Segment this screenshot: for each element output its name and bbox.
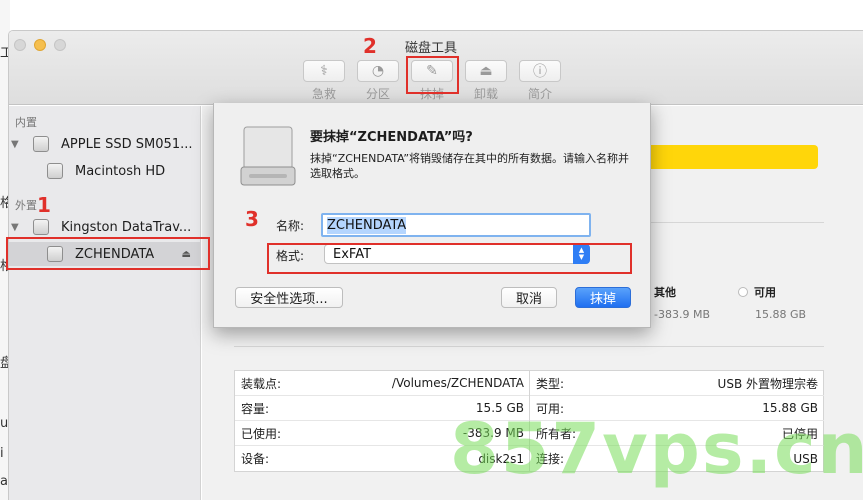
divider bbox=[234, 346, 824, 347]
erase-dialog: 要抹掉“ZCHENDATA”吗? 抹掉“ZCHENDATA”将销毁储存在其中的所… bbox=[213, 103, 651, 328]
legend-available-title: 可用 bbox=[754, 286, 776, 299]
close-window-button[interactable] bbox=[14, 39, 26, 51]
minimize-window-button[interactable] bbox=[34, 39, 46, 51]
name-input[interactable]: ZCHENDATA bbox=[321, 213, 591, 237]
info-key: 已使用: bbox=[241, 426, 282, 441]
info-key: 设备: bbox=[241, 452, 270, 466]
partition-icon: ◔ bbox=[371, 63, 385, 79]
name-input-value: ZCHENDATA bbox=[327, 216, 407, 234]
background-text: i bbox=[0, 446, 4, 461]
unmount-icon: ⏏ bbox=[479, 63, 493, 79]
sidebar-item-apple-ssd[interactable]: ▼ APPLE SSD SM051... bbox=[9, 132, 201, 156]
sidebar-item-label: Kingston DataTrav... bbox=[61, 219, 192, 235]
legend-available: 可用 15.88 GB bbox=[738, 284, 806, 321]
first-aid-icon: ⚕ bbox=[320, 63, 328, 79]
zoom-window-button[interactable] bbox=[54, 39, 66, 51]
info-value: /Volumes/ZCHENDATA bbox=[391, 376, 524, 390]
sidebar-item-label: Macintosh HD bbox=[75, 163, 166, 179]
disclosure-triangle-icon[interactable]: ▼ bbox=[11, 139, 19, 150]
available-dot-icon bbox=[738, 287, 748, 297]
window-title: 磁盘工具 bbox=[405, 41, 458, 56]
annotation-number-1: 1 bbox=[37, 193, 51, 217]
info-button[interactable]: ⓘ 简介 bbox=[507, 60, 573, 102]
dialog-title: 要抹掉“ZCHENDATA”吗? bbox=[310, 130, 473, 145]
legend-other-value: -383.9 MB bbox=[654, 308, 710, 321]
internal-disk-icon bbox=[33, 136, 49, 152]
name-label: 名称: bbox=[276, 219, 305, 233]
info-row-type: 类型: USB 外置物理宗卷 bbox=[530, 371, 824, 396]
divider bbox=[650, 222, 824, 223]
legend-available-value: 15.88 GB bbox=[755, 308, 807, 321]
security-options-button[interactable]: 安全性选项... bbox=[235, 287, 343, 308]
erase-confirm-button[interactable]: 抹掉 bbox=[575, 287, 631, 308]
info-icon: ⓘ bbox=[533, 64, 547, 80]
legend-other-title: 其他 bbox=[654, 286, 676, 299]
drive-icon bbox=[240, 126, 296, 186]
annotation-box-3 bbox=[267, 243, 632, 274]
sidebar: 内置 ▼ APPLE SSD SM051... Macintosh HD 外置 … bbox=[9, 106, 201, 500]
volume-icon bbox=[47, 163, 63, 179]
annotation-number-3: 3 bbox=[245, 207, 259, 231]
annotation-box-1 bbox=[6, 237, 210, 270]
info-key: 装载点: bbox=[241, 376, 282, 391]
cancel-button[interactable]: 取消 bbox=[501, 287, 557, 308]
internal-section-header: 内置 bbox=[15, 116, 37, 129]
sidebar-item-label: APPLE SSD SM051... bbox=[61, 136, 193, 152]
sidebar-item-kingston[interactable]: ▼ Kingston DataTrav... bbox=[9, 215, 201, 239]
annotation-box-2 bbox=[406, 56, 459, 94]
watermark: 857vps.cn bbox=[450, 408, 863, 490]
info-label: 简介 bbox=[527, 87, 552, 101]
external-section-header: 外置 bbox=[15, 199, 37, 212]
annotation-number-2: 2 bbox=[363, 34, 377, 58]
sidebar-item-macintosh-hd[interactable]: Macintosh HD bbox=[9, 159, 201, 183]
info-row-mount-point: 装载点: /Volumes/ZCHENDATA bbox=[235, 371, 530, 396]
background-text: a bbox=[0, 474, 8, 489]
dialog-message: 抹掉“ZCHENDATA”将销毁储存在其中的所有数据。请输入名称并选取格式。 bbox=[310, 152, 630, 180]
info-key: 容量: bbox=[241, 401, 270, 416]
disclosure-triangle-icon[interactable]: ▼ bbox=[11, 222, 19, 233]
external-disk-icon bbox=[33, 219, 49, 235]
info-value: USB 外置物理宗卷 bbox=[717, 376, 818, 391]
info-key: 类型: bbox=[536, 376, 565, 391]
background-text: u bbox=[0, 416, 9, 431]
legend-other: 其他 -383.9 MB bbox=[654, 284, 710, 321]
